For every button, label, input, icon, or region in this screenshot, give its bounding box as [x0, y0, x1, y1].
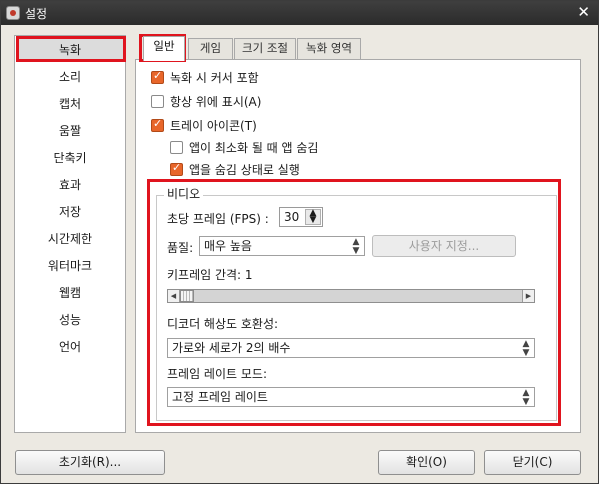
sidebar-item-watermark[interactable]: 워터마크	[16, 255, 124, 277]
start-hidden-option[interactable]: 앱을 숨김 상태로 실행	[170, 160, 300, 178]
framerate-mode-value: 고정 프레임 레이트	[172, 390, 268, 404]
tab-general[interactable]: 일반	[143, 36, 185, 61]
always-on-top-checkbox[interactable]	[151, 94, 164, 108]
hide-when-minimized-label: 앱이 최소화 될 때 앱 숨김	[189, 140, 319, 155]
sidebar-item-save[interactable]: 저장	[16, 201, 124, 223]
fps-value: 30	[284, 210, 300, 224]
start-hidden-label: 앱을 숨김 상태로 실행	[189, 162, 300, 177]
spin-arrows-icon[interactable]: ▲ ▼	[305, 209, 321, 225]
custom-quality-button[interactable]: 사용자 지정...	[372, 235, 516, 257]
keyframe-slider[interactable]: ◀ ▶	[167, 289, 535, 303]
sidebar-item-recording[interactable]: 녹화	[16, 39, 124, 61]
app-icon	[6, 6, 20, 20]
tray-icon-checkbox[interactable]	[151, 117, 164, 132]
tray-icon-label: 트레이 아이콘(T)	[170, 118, 257, 133]
framerate-mode-select[interactable]: 고정 프레임 레이트 ▲ ▼	[167, 387, 535, 407]
always-on-top-option[interactable]: 항상 위에 표시(A)	[151, 92, 261, 110]
settings-window: 설정 ✕ 녹화 소리 캡처 움짤 단축키 효과 저장 시간제한 워터마크 웹캠 …	[0, 0, 599, 484]
quality-value: 매우 높음	[204, 239, 252, 253]
reset-button[interactable]: 초기화(R)...	[15, 450, 165, 475]
close-icon[interactable]: ✕	[577, 3, 590, 21]
include-cursor-label: 녹화 시 커서 포함	[170, 70, 259, 85]
sidebar-item-sound[interactable]: 소리	[16, 66, 124, 88]
tab-record-area[interactable]: 녹화 영역	[297, 38, 361, 59]
keyframe-interval-label: 키프레임 간격: 1	[167, 268, 253, 282]
tray-icon-option[interactable]: 트레이 아이콘(T)	[151, 116, 257, 134]
sidebar-item-webcam[interactable]: 웹캠	[16, 282, 124, 304]
framerate-mode-label: 프레임 레이트 모드:	[167, 367, 267, 381]
video-group-title: 비디오	[164, 185, 204, 202]
slider-thumb[interactable]	[180, 290, 194, 302]
start-hidden-checkbox[interactable]	[170, 161, 183, 176]
chevron-updown-icon: ▲ ▼	[522, 388, 530, 407]
sidebar-item-capture[interactable]: 캡처	[16, 93, 124, 115]
hide-when-minimized-option[interactable]: 앱이 최소화 될 때 앱 숨김	[170, 138, 318, 156]
sidebar-item-effects[interactable]: 효과	[16, 174, 124, 196]
include-cursor-checkbox[interactable]	[151, 69, 164, 84]
fps-label: 초당 프레임 (FPS) :	[167, 212, 269, 226]
quality-label: 품질:	[167, 241, 194, 255]
quality-select[interactable]: 매우 높음 ▲ ▼	[199, 236, 365, 256]
hide-when-minimized-checkbox[interactable]	[170, 140, 183, 154]
include-cursor-option[interactable]: 녹화 시 커서 포함	[151, 68, 259, 86]
sidebar-item-language[interactable]: 언어	[16, 336, 124, 358]
sidebar-item-performance[interactable]: 성능	[16, 309, 124, 331]
decoder-compat-value: 가로와 세로가 2의 배수	[172, 341, 291, 355]
sidebar-item-hotkeys[interactable]: 단축키	[16, 147, 124, 169]
fps-spinbox[interactable]: 30 ▲ ▼	[279, 207, 323, 227]
ok-button[interactable]: 확인(O)	[378, 450, 475, 475]
decoder-compat-select[interactable]: 가로와 세로가 2의 배수 ▲ ▼	[167, 338, 535, 358]
title-bar: 설정 ✕	[1, 1, 598, 25]
sidebar-item-gif[interactable]: 움짤	[16, 120, 124, 142]
scroll-right-icon[interactable]: ▶	[522, 290, 534, 302]
tab-resize[interactable]: 크기 조절	[234, 38, 296, 59]
decoder-compat-label: 디코더 해상도 호환성:	[167, 317, 279, 331]
sidebar-item-time-limit[interactable]: 시간제한	[16, 228, 124, 250]
scroll-left-icon[interactable]: ◀	[168, 290, 180, 302]
window-title: 설정	[25, 7, 48, 21]
tab-game[interactable]: 게임	[188, 38, 233, 59]
chevron-updown-icon: ▲ ▼	[352, 237, 360, 256]
close-button[interactable]: 닫기(C)	[484, 450, 581, 475]
sidebar: 녹화 소리 캡처 움짤 단축키 효과 저장 시간제한 워터마크 웹캠 성능 언어	[14, 35, 126, 433]
chevron-updown-icon: ▲ ▼	[522, 339, 530, 358]
always-on-top-label: 항상 위에 표시(A)	[170, 94, 262, 109]
